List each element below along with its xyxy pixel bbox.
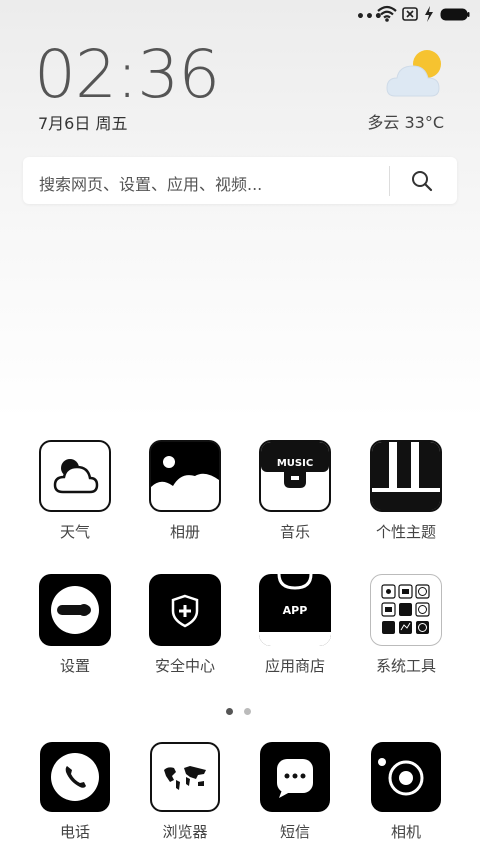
settings-icon — [39, 574, 111, 646]
clock-date: 7月6日 周五 — [38, 114, 128, 133]
app-gallery[interactable]: 相册 — [130, 440, 240, 542]
app-label: 音乐 — [279, 523, 310, 541]
dock-browser[interactable]: 浏览器 — [130, 742, 240, 842]
weather-summary: 多云 33°C — [367, 113, 444, 132]
search-input[interactable]: 搜索网页、设置、应用、视频... — [39, 171, 262, 195]
app-weather[interactable]: 天气 — [20, 440, 130, 542]
globe-map-icon — [150, 742, 220, 812]
theme-icon — [370, 440, 442, 512]
app-settings[interactable]: 设置 — [20, 574, 130, 676]
tools-folder-icon — [370, 574, 442, 646]
divider — [389, 166, 390, 196]
app-label: 天气 — [59, 523, 90, 541]
app-store-badge: APP — [283, 604, 308, 617]
partly-cloudy-icon[interactable] — [385, 48, 447, 100]
music-badge: MUSIC — [277, 458, 313, 469]
dock-phone[interactable]: 电话 — [20, 742, 130, 842]
charging-icon — [425, 6, 433, 22]
app-system-tools[interactable]: 系统工具 — [351, 574, 461, 676]
status-bar: ••• — [0, 0, 480, 30]
shield-icon — [149, 574, 221, 646]
wifi-icon — [377, 5, 397, 22]
music-icon: MUSIC — [259, 440, 331, 512]
app-label: 相册 — [169, 523, 200, 541]
page-dot — [244, 708, 251, 715]
battery-icon — [440, 8, 470, 21]
app-label: 浏览器 — [162, 823, 208, 841]
dock-camera[interactable]: 相机 — [351, 742, 461, 842]
app-themes[interactable]: 个性主题 — [351, 440, 461, 542]
app-label: 设置 — [59, 657, 90, 675]
app-store-icon: APP — [259, 574, 331, 646]
app-label: 相机 — [390, 823, 421, 841]
app-security-center[interactable]: 安全中心 — [130, 574, 240, 676]
app-label: 安全中心 — [154, 657, 215, 675]
gallery-icon — [149, 440, 221, 512]
page-dot-active — [226, 708, 233, 715]
clock-time[interactable]: 02:36 — [34, 40, 220, 110]
app-label: 系统工具 — [375, 657, 436, 675]
camera-icon — [371, 742, 441, 812]
dock-messages[interactable]: 短信 — [240, 742, 350, 842]
phone-icon — [40, 742, 110, 812]
app-label: 个性主题 — [375, 523, 436, 541]
app-label: 短信 — [279, 823, 310, 841]
search-icon[interactable] — [410, 169, 434, 193]
app-label: 应用商店 — [264, 657, 325, 675]
page-indicator[interactable] — [226, 700, 262, 719]
weather-icon — [39, 440, 111, 512]
app-music[interactable]: MUSIC 音乐 — [240, 440, 350, 542]
app-label: 电话 — [59, 823, 90, 841]
no-sim-icon — [402, 7, 418, 21]
message-icon — [260, 742, 330, 812]
app-store[interactable]: APP 应用商店 — [240, 574, 350, 676]
search-bar[interactable]: 搜索网页、设置、应用、视频... — [23, 157, 457, 204]
